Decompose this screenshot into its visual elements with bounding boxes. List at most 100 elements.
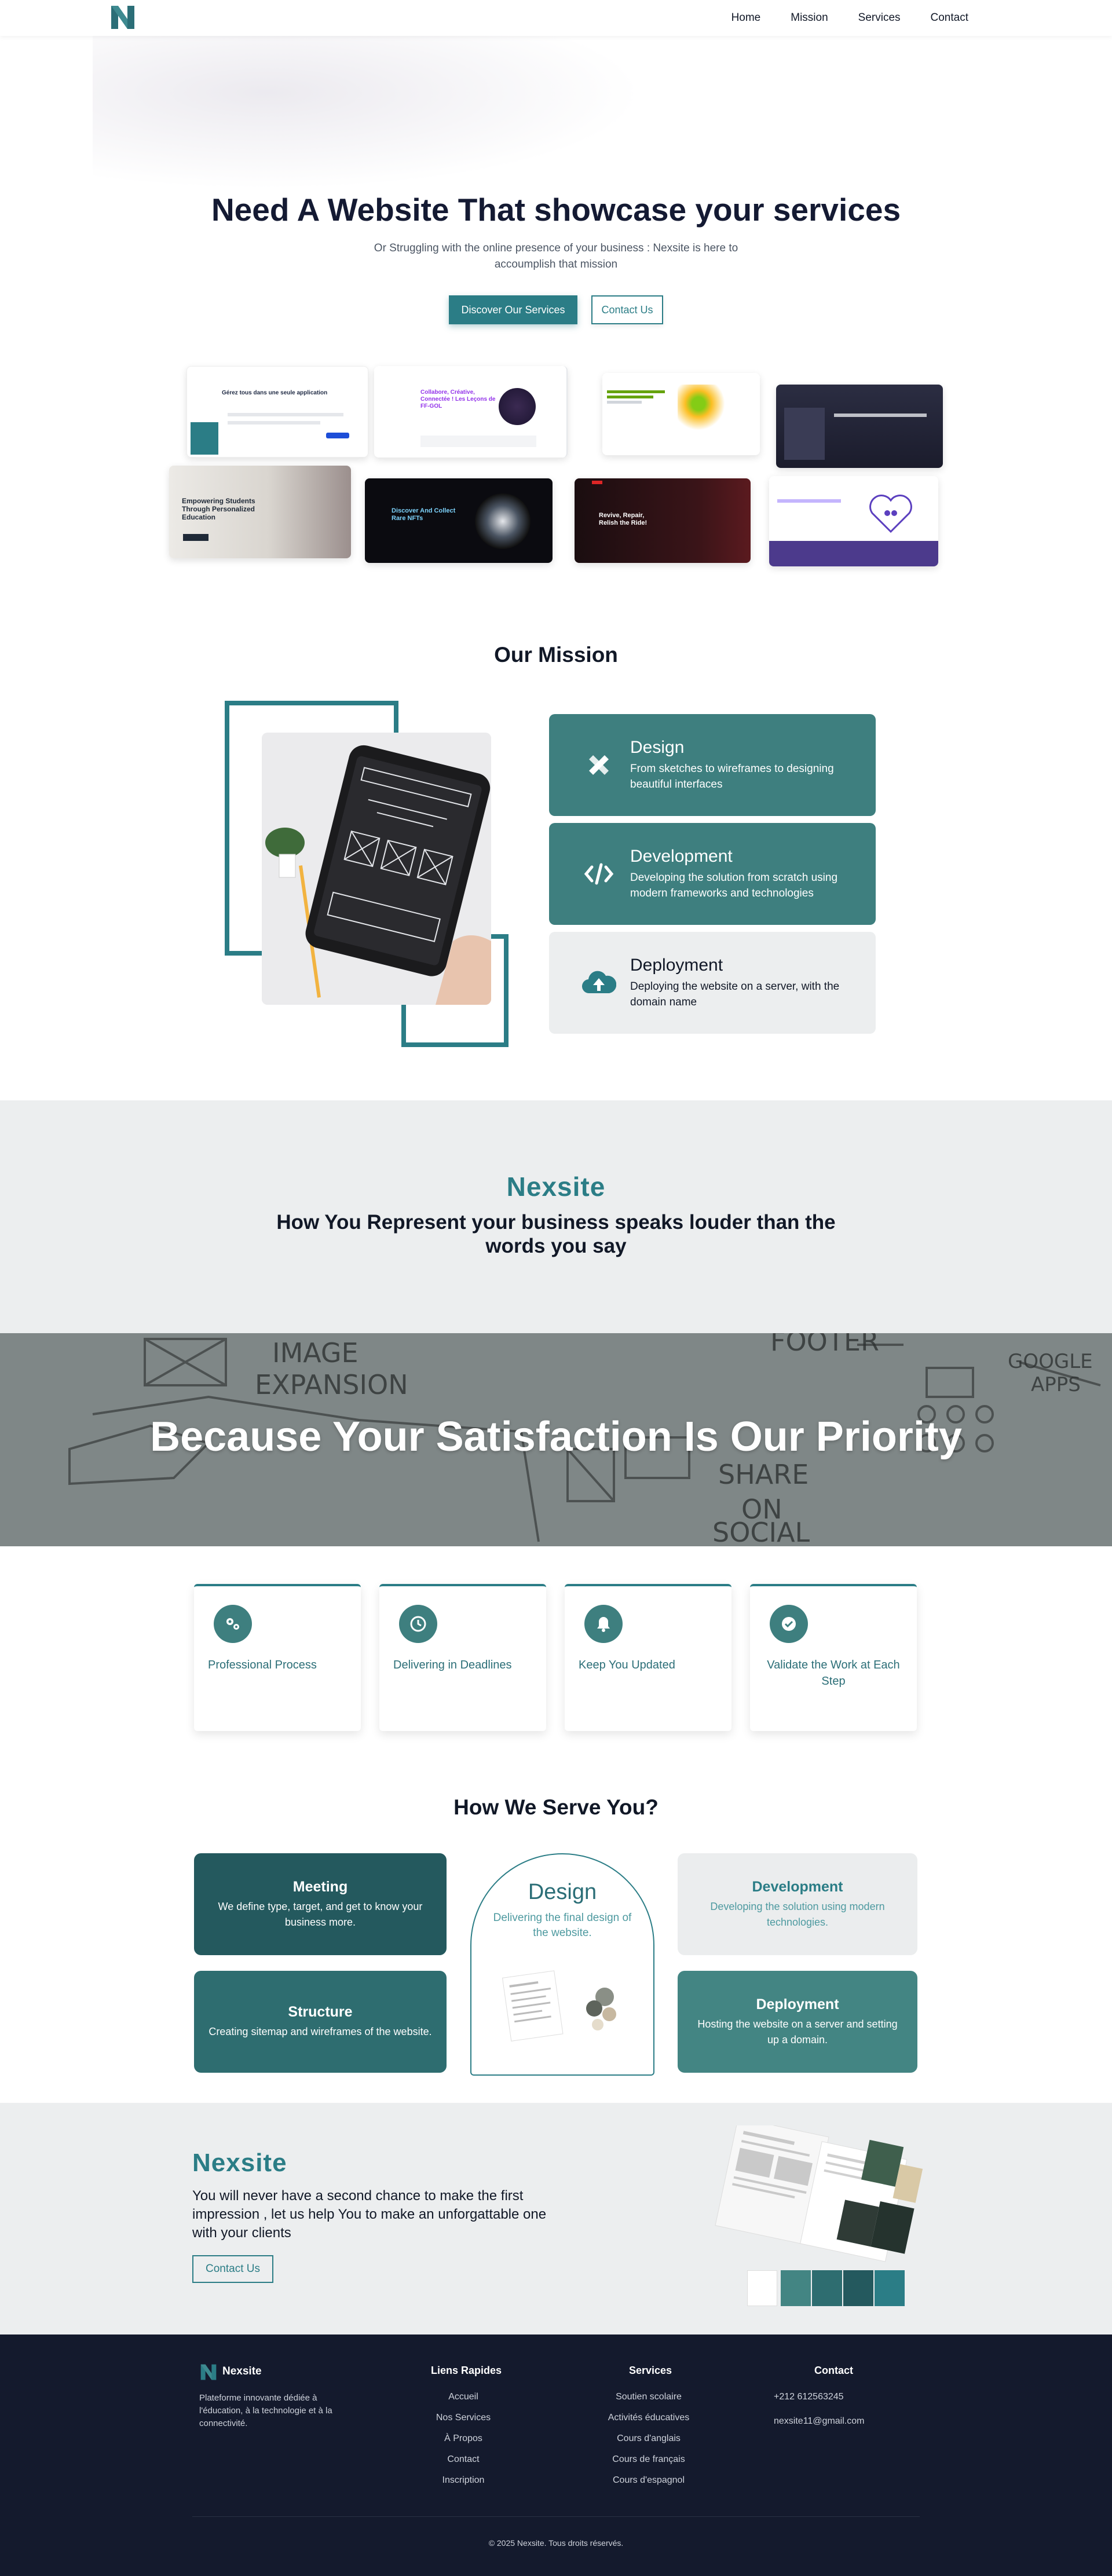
band-statement: How You Represent your business speaks l…	[276, 1211, 836, 1257]
check-circle-icon	[770, 1605, 808, 1643]
svg-text:SHARE: SHARE	[718, 1459, 809, 1490]
svg-text:EXPANSION: EXPANSION	[255, 1369, 408, 1400]
serve-card-desc: Developing the solution using modern tec…	[710, 1900, 885, 1928]
pencil-ruler-icon	[581, 748, 616, 782]
hero-title: Need A Website That showcase your servic…	[211, 192, 901, 228]
footer-service-link[interactable]: Cours d'anglais	[591, 2434, 707, 2444]
cta-contact-button[interactable]: Contact Us	[192, 2255, 273, 2283]
footer-service-link[interactable]: Cours d'espagnol	[591, 2475, 707, 2486]
footer-service-link[interactable]: Activités éducatives	[591, 2413, 707, 2423]
thumb-line	[777, 499, 841, 503]
thumb-button	[183, 534, 209, 541]
serve-card-title: Meeting	[292, 1878, 348, 1895]
clock-icon	[399, 1605, 437, 1643]
nav-links: Home Mission Services Contact	[731, 0, 968, 36]
color-swatch	[747, 2270, 777, 2306]
mission-card-desc: From sketches to wireframes to designing…	[630, 763, 834, 791]
footer-link-services[interactable]: Nos Services	[405, 2413, 521, 2423]
discover-services-button[interactable]: Discover Our Services	[449, 295, 577, 324]
mission-card-deployment[interactable]: Deployment Deploying the website on a se…	[549, 932, 876, 1034]
mission-card-desc: Developing the solution from scratch usi…	[630, 872, 838, 899]
thumb-line	[834, 414, 927, 417]
color-swatch	[843, 2270, 873, 2306]
serve-card-deployment: Deployment Hosting the website on a serv…	[678, 1971, 917, 2073]
portfolio-thumb-4[interactable]	[776, 385, 943, 468]
svg-text:GOOGLE: GOOGLE	[1008, 1350, 1093, 1373]
portfolio-thumb-text: Revive, Repair, Relish the Ride!	[599, 512, 648, 526]
mission-card-title: Deployment	[630, 956, 723, 975]
cloud-upload-icon	[581, 965, 616, 1000]
serve-title: How We Serve You?	[453, 1795, 659, 1819]
portfolio-thumb-text: Collabore, Créative, Connectée ! Les Leç…	[420, 389, 496, 409]
footer-service-link[interactable]: Soutien scolaire	[591, 2392, 707, 2402]
portfolio-thumb-8[interactable]	[769, 476, 938, 566]
nav-link-services[interactable]: Services	[858, 12, 901, 24]
gears-icon	[214, 1605, 252, 1643]
portfolio-thumb-6[interactable]: Discover And Collect Rare NFTs	[365, 478, 553, 563]
portfolio-thumb-text: Gérez tous dans une seule application	[222, 390, 328, 396]
thumb-footer-band	[769, 541, 938, 566]
footer-services-title: Services	[629, 2365, 672, 2376]
serve-card-desc: Delivering the final design of the websi…	[493, 1912, 632, 1939]
footer-phone[interactable]: +212 612563245	[774, 2392, 844, 2402]
brand-mockup-image	[715, 2125, 923, 2262]
thumb-sphere-image	[475, 493, 531, 549]
tablet-illustration-icon	[262, 733, 491, 1005]
color-swatch	[781, 2270, 811, 2306]
footer-copyright: © 2025 Nexsite. Tous droits réservés.	[488, 2538, 624, 2548]
footer-link-inscription[interactable]: Inscription	[405, 2475, 521, 2486]
serve-card-title: Deployment	[756, 1996, 839, 2012]
code-icon	[581, 857, 616, 891]
thumb-line	[228, 421, 320, 425]
footer-divider	[192, 2516, 920, 2517]
mission-title: Our Mission	[494, 643, 618, 667]
portfolio-thumb-5[interactable]: Empowering Students Through Personalized…	[169, 466, 351, 558]
top-navbar: Home Mission Services Contact	[0, 0, 1112, 36]
nav-link-mission[interactable]: Mission	[791, 12, 828, 24]
mission-card-title: Development	[630, 847, 733, 866]
serve-card-title: Structure	[288, 2004, 353, 2020]
portfolio-thumb-text: Discover And Collect Rare NFTs	[392, 507, 456, 522]
thumb-line	[228, 413, 343, 416]
satisfaction-banner-title: Because Your Satisfaction Is Our Priorit…	[150, 1414, 962, 1460]
serve-card-desc: Creating sitemap and wireframes of the w…	[209, 2026, 432, 2037]
footer-brand-name: Nexsite	[222, 2365, 262, 2377]
thumb-image	[784, 408, 825, 460]
footer-link-contact[interactable]: Contact	[405, 2454, 521, 2465]
hero-contact-button[interactable]: Contact Us	[591, 295, 663, 324]
mission-card-title: Design	[630, 738, 685, 757]
thumb-button	[326, 433, 349, 438]
svg-text:SOCIAL: SOCIAL	[712, 1517, 810, 1546]
footer-logo-icon[interactable]	[199, 2363, 218, 2381]
hero-buttons: Discover Our Services Contact Us	[0, 295, 1112, 324]
nexsite-logo-icon[interactable]	[109, 3, 137, 31]
footer-link-apropos[interactable]: À Propos	[405, 2434, 521, 2444]
portfolio-thumb-2[interactable]: Collabore, Créative, Connectée ! Les Leç…	[374, 366, 568, 458]
footer-contact-title: Contact	[814, 2365, 853, 2376]
color-swatch	[875, 2270, 905, 2306]
thumb-block	[191, 422, 218, 455]
mission-card-design[interactable]: Design From sketches to wireframes to de…	[549, 714, 876, 816]
feature-card: Delivering in Deadlines	[379, 1584, 546, 1731]
nav-link-home[interactable]: Home	[731, 12, 761, 24]
footer-service-link[interactable]: Cours de français	[591, 2454, 707, 2465]
cta-brand-name: Nexsite	[192, 2149, 287, 2177]
mission-card-development[interactable]: Development Developing the solution from…	[549, 823, 876, 925]
svg-text:IMAGE: IMAGE	[272, 1337, 359, 1368]
portfolio-thumb-7[interactable]: Revive, Repair, Relish the Ride!	[575, 478, 751, 563]
color-swatch	[812, 2270, 842, 2306]
footer-email[interactable]: nexsite11@gmail.com	[774, 2416, 864, 2427]
feature-card: Professional Process	[194, 1584, 361, 1731]
footer-link-accueil[interactable]: Accueil	[405, 2392, 521, 2402]
tablet-wireframe-photo	[262, 733, 491, 1005]
svg-text:FOOTER: FOOTER	[770, 1333, 879, 1357]
serve-card-title: Design	[528, 1880, 597, 1904]
thumb-text-block	[607, 390, 671, 414]
nav-link-contact[interactable]: Contact	[931, 12, 968, 24]
serve-card-development: Development Developing the solution usin…	[678, 1853, 917, 1955]
serve-card-desc: We define type, target, and get to know …	[218, 1900, 423, 1928]
portfolio-thumb-3[interactable]	[602, 373, 760, 455]
footer-about: Plateforme innovante dédiée à l'éducatio…	[199, 2393, 332, 2428]
feature-label: Keep You Updated	[579, 1659, 675, 1671]
portfolio-thumb-1[interactable]: Gérez tous dans une seule application	[186, 366, 368, 458]
